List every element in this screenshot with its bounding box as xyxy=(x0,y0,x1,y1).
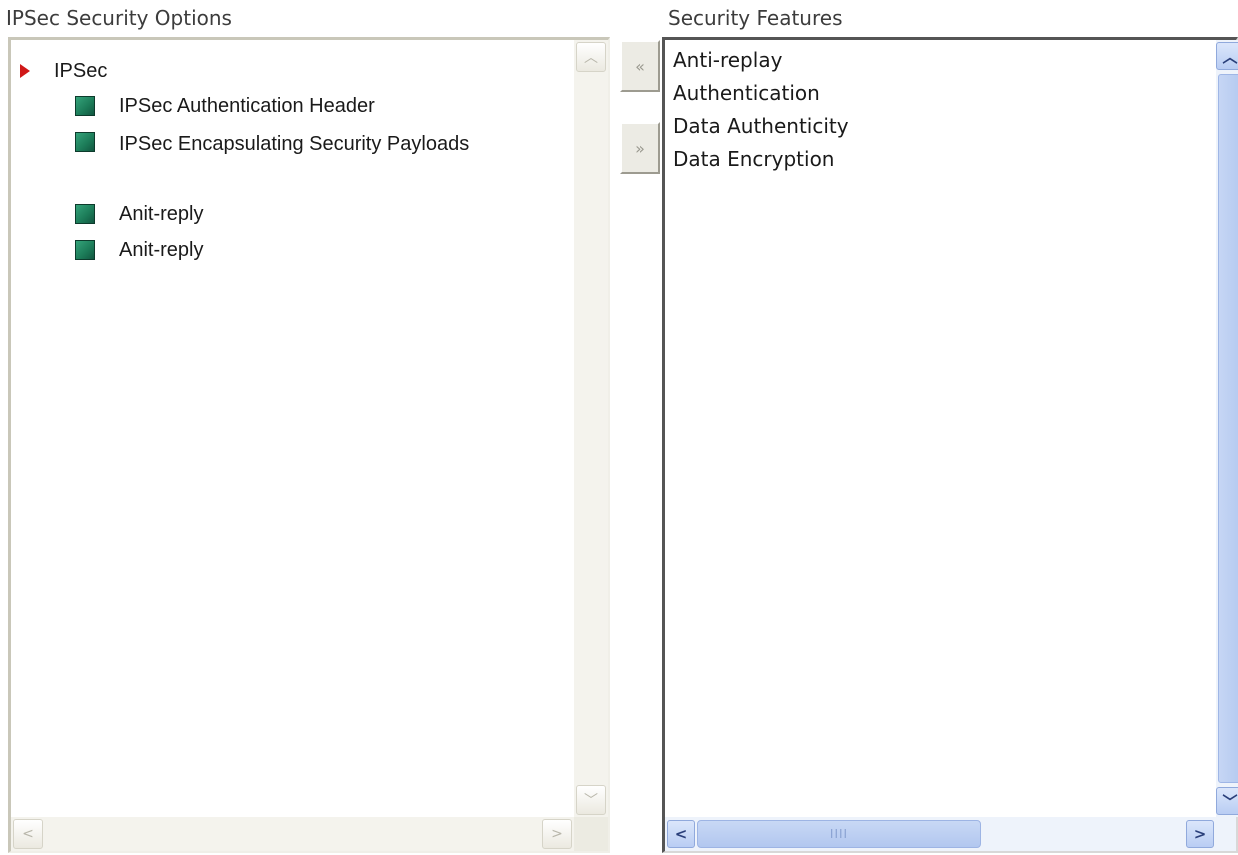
vertical-scroll-thumb[interactable] xyxy=(1218,74,1238,783)
scroll-right-button[interactable]: > xyxy=(542,819,572,849)
scroll-right-button[interactable]: > xyxy=(1186,820,1214,848)
tree-leaf-auth-header[interactable]: IPSec Authentication Header xyxy=(75,92,479,120)
tree-node-ipsec[interactable]: IPSec xyxy=(20,56,107,86)
security-features-list[interactable]: Anti-replay Authentication Data Authenti… xyxy=(662,37,1238,853)
tree-leaf-label: IPSec Authentication Header xyxy=(119,95,375,117)
tree-leaf-esp[interactable]: IPSec Encapsulating Security Payloads xyxy=(75,128,479,160)
scroll-left-button[interactable]: < xyxy=(13,819,43,849)
scroll-up-button[interactable]: ︿ xyxy=(1216,42,1238,70)
green-square-icon xyxy=(75,132,95,152)
list-item[interactable]: Authentication xyxy=(673,77,1214,110)
green-square-icon xyxy=(75,96,95,116)
tree-leaf-label: Anit-reply xyxy=(119,239,204,261)
ipsec-options-tree[interactable]: IPSec IPSec Authentication Header IPSec … xyxy=(8,37,610,853)
tree-leaf-label: IPSec Encapsulating Security Payloads xyxy=(119,133,470,155)
left-panel-title: IPSec Security Options xyxy=(6,6,232,30)
grip-icon: IIII xyxy=(829,827,849,841)
tree-viewport: IPSec IPSec Authentication Header IPSec … xyxy=(11,40,574,817)
list-item[interactable]: Data Authenticity xyxy=(673,110,1214,143)
right-horizontal-scrollbar[interactable]: < IIII > xyxy=(665,817,1236,851)
left-vertical-scrollbar[interactable]: ︿ ﹀ xyxy=(574,40,608,817)
tree-node-label: IPSec xyxy=(54,59,108,82)
right-panel-title: Security Features xyxy=(668,6,843,30)
scroll-up-button[interactable]: ︿ xyxy=(576,42,606,72)
scroll-down-button[interactable]: ﹀ xyxy=(1216,787,1238,815)
arrow-right-icon xyxy=(20,64,30,78)
scrollbar-corner xyxy=(574,817,608,851)
left-horizontal-scrollbar[interactable]: < > xyxy=(11,817,574,851)
scroll-down-button[interactable]: ﹀ xyxy=(576,785,606,815)
tree-leaf-anit-reply-2[interactable]: Anit-reply xyxy=(75,236,479,264)
scroll-left-button[interactable]: < xyxy=(667,820,695,848)
horizontal-scroll-thumb[interactable]: IIII xyxy=(697,820,981,848)
list-item[interactable]: Anti-replay xyxy=(673,44,1214,77)
list-item[interactable]: Data Encryption xyxy=(673,143,1214,176)
move-left-button[interactable]: « xyxy=(620,40,660,92)
green-square-icon xyxy=(75,240,95,260)
green-square-icon xyxy=(75,204,95,224)
move-right-button[interactable]: » xyxy=(620,122,660,174)
tree-leaf-label: Anit-reply xyxy=(119,203,204,225)
tree-leaf-anit-reply-1[interactable]: Anit-reply xyxy=(75,200,479,228)
list-viewport: Anti-replay Authentication Data Authenti… xyxy=(673,44,1214,817)
